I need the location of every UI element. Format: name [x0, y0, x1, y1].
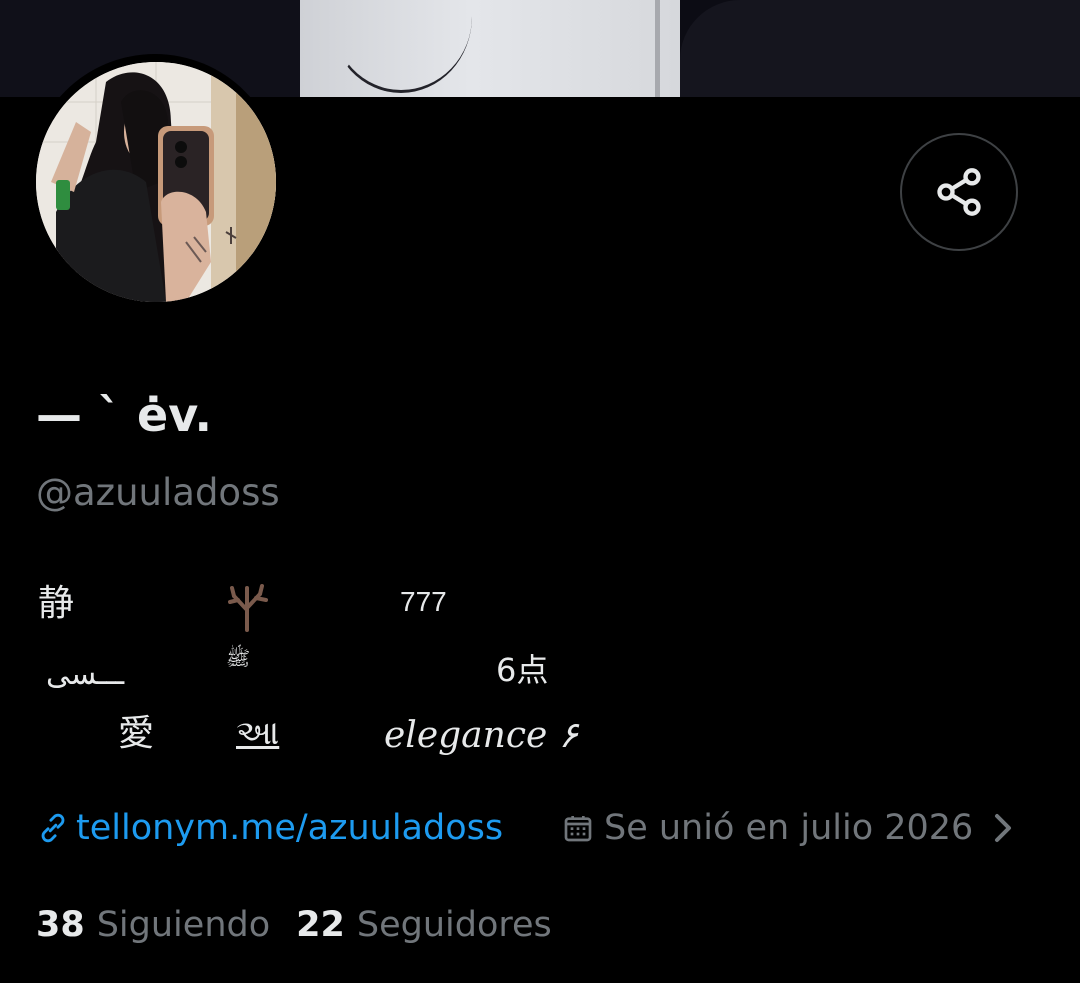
calendar-icon — [564, 816, 592, 842]
bio-text: 777 — [400, 586, 447, 617]
avatar[interactable] — [36, 62, 276, 302]
profile-meta: tellonym.me/azuuladoss Se unió en julio … — [36, 808, 1046, 854]
bio-text: 愛 — [118, 713, 155, 754]
following-count: 38 — [36, 905, 85, 945]
followers-label: Seguidores — [356, 905, 552, 945]
joined-date[interactable]: Se unió en julio 2026 — [562, 808, 1015, 848]
bio-text: ﷺ — [226, 646, 251, 670]
bio-text: ـــسى — [46, 657, 125, 692]
following-label: Siguiendo — [96, 905, 271, 945]
display-name: — ` ėv. — [36, 388, 212, 442]
username-handle: @azuuladoss — [36, 471, 280, 514]
bio-text: 静 — [38, 583, 75, 624]
banner-pole — [655, 0, 660, 97]
bio-text: elegance ۶ — [384, 715, 579, 756]
share-icon — [937, 168, 981, 216]
chevron-right-icon — [995, 814, 1012, 842]
banner-shadow-area — [680, 0, 1080, 97]
link-icon — [41, 813, 65, 843]
share-button[interactable] — [900, 133, 1018, 251]
bio-text: 6点 — [496, 651, 549, 689]
follow-stats: 38 Siguiendo 22 Seguidores — [36, 905, 578, 945]
following-link[interactable]: 38 Siguiendo — [36, 905, 270, 945]
followers-link[interactable]: 22 Seguidores — [296, 905, 552, 945]
joined-date-text: Se unió en julio 2026 — [604, 808, 974, 848]
followers-count: 22 — [296, 905, 345, 945]
avatar-photo — [36, 62, 276, 302]
website-link-text[interactable]: tellonym.me/azuuladoss — [76, 808, 503, 848]
profile-bio: 静 777 ـــسى ﷺ 6点 愛 આ elegance ۶ — [36, 570, 636, 770]
profile-website-link[interactable]: tellonym.me/azuuladoss — [36, 808, 503, 848]
bare-tree-icon — [228, 584, 268, 632]
bio-text: આ — [236, 713, 280, 753]
